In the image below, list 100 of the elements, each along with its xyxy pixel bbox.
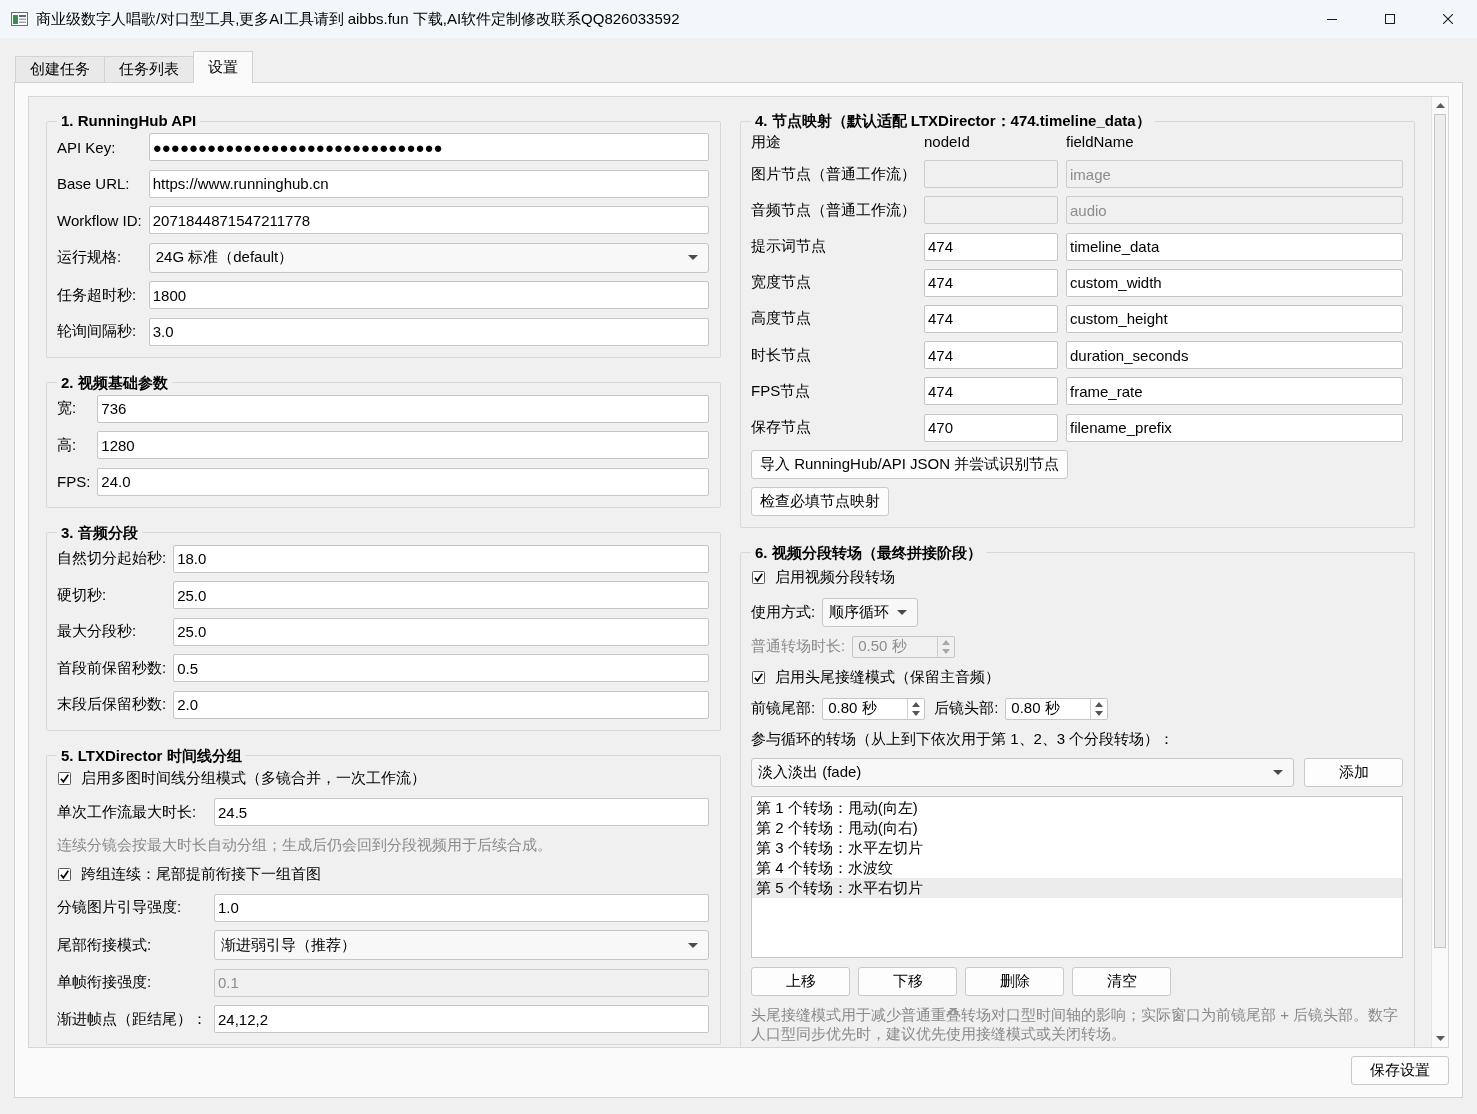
text-field[interactable]: https://www.runninghub.cn bbox=[148, 169, 709, 198]
field-label: 首段前保留秒数: bbox=[57, 658, 167, 678]
text-field[interactable]: 474 bbox=[924, 268, 1058, 297]
up-down-arrows-icon bbox=[1095, 701, 1104, 716]
text-field[interactable]: 1800 bbox=[148, 281, 709, 309]
text-field[interactable]: 474 bbox=[924, 341, 1058, 370]
text-field[interactable]: 474 bbox=[924, 304, 1058, 333]
text-field[interactable]: 3.0 bbox=[148, 317, 709, 346]
action-button[interactable]: 清空 bbox=[1072, 966, 1171, 996]
action-button[interactable]: 上移 bbox=[751, 966, 850, 996]
text-field[interactable]: 474 bbox=[924, 232, 1058, 261]
list-item[interactable]: 第 2 个转场：甩动(向右) bbox=[752, 817, 1402, 838]
section-title: 1. RunningHub API bbox=[60, 111, 198, 131]
section-title: 4. 节点映射（默认适配 LTXDirector：474.timeline_data） bbox=[754, 111, 1152, 131]
text-field[interactable]: filename_prefix bbox=[1066, 413, 1403, 442]
field-label: 提示词节点 bbox=[751, 237, 827, 257]
list-caption: 参与循环的转场（从上到下依次用于第 1、2、3 个分段转场）： bbox=[751, 728, 1176, 749]
dropdown[interactable]: 24G 标准（default） bbox=[148, 242, 709, 273]
list-item[interactable]: 第 5 个转场：水平右切片 bbox=[752, 877, 1402, 898]
list-item[interactable]: 第 1 个转场：甩动(向左) bbox=[752, 797, 1402, 818]
dropdown[interactable]: 淡入淡出 (fade) bbox=[751, 757, 1294, 787]
field-label: 后镜头部: bbox=[934, 699, 999, 719]
text-field[interactable]: 0.5 bbox=[173, 654, 709, 682]
checkbox[interactable] bbox=[58, 867, 71, 881]
text-field[interactable]: 24.0 bbox=[97, 467, 709, 496]
spin-box[interactable]: 0.80 秒 bbox=[1005, 697, 1109, 720]
section-title: 6. 视频分段转场（最终拼接阶段） bbox=[754, 542, 983, 563]
text-field[interactable]: 18.0 bbox=[173, 544, 709, 573]
text-field[interactable]: 2.0 bbox=[173, 690, 709, 719]
text-field[interactable]: 1280 bbox=[97, 431, 709, 459]
checkbox-label: 跨组连续：尾部提前衔接下一组首图 bbox=[81, 864, 321, 884]
text-field[interactable]: 24.5 bbox=[214, 798, 709, 826]
action-button[interactable]: 检查必填节点映射 bbox=[751, 486, 889, 516]
caret-icon bbox=[897, 609, 908, 615]
hint-text: 头尾接缝模式用于减少普通重叠转场对口型时间轴的影响；实际窗口为前镜尾部 + 后镜头部。数字人口型同步优先时，建议优先使用接缝模式或关闭转场。 bbox=[751, 1004, 1400, 1043]
scrollbar-thumb[interactable] bbox=[1434, 114, 1446, 948]
dropdown[interactable]: 渐进弱引导（推荐） bbox=[214, 930, 709, 960]
caret-icon bbox=[688, 942, 698, 948]
checkbox[interactable] bbox=[58, 772, 71, 785]
field-label: 图片节点（普通工作流） bbox=[751, 164, 916, 184]
text-field[interactable]: duration_seconds bbox=[1066, 341, 1403, 370]
action-button[interactable]: 导入 RunningHub/API JSON 并尝试识别节点 bbox=[751, 449, 1069, 479]
tab[interactable]: 创建任务 bbox=[15, 56, 105, 82]
caret-icon bbox=[1273, 769, 1283, 775]
column-header: 用途 bbox=[751, 132, 782, 152]
hint-text: 连续分镜会按最大时长自动分组；生成后仍会回到分段视频用于后续合成。 bbox=[57, 834, 553, 855]
field-label: 运行规格: bbox=[57, 248, 123, 267]
dropdown[interactable]: 顺序循环 bbox=[822, 597, 919, 627]
caret-icon bbox=[688, 255, 698, 260]
field-label: 宽度节点 bbox=[751, 273, 812, 293]
tab[interactable]: 设置 bbox=[193, 51, 253, 83]
field-label: 音频节点（普通工作流） bbox=[751, 200, 916, 220]
text-field[interactable]: 2071844871547211778 bbox=[148, 206, 709, 234]
text-field[interactable]: timeline_data bbox=[1066, 232, 1403, 261]
spin-box[interactable]: 0.80 秒 bbox=[822, 697, 926, 720]
field-label: 前镜尾部: bbox=[751, 699, 816, 719]
action-button[interactable]: 下移 bbox=[858, 966, 957, 996]
field-label: 高: bbox=[57, 435, 78, 455]
checkbox-label: 启用多图时间线分组模式（多镜合并，一次工作流） bbox=[81, 769, 426, 788]
app-icon bbox=[11, 12, 28, 26]
field-label: 最大分段秒: bbox=[57, 622, 138, 641]
field-label: 普通转场时长: bbox=[751, 637, 846, 657]
text-field[interactable]: frame_rate bbox=[1066, 377, 1403, 406]
tab[interactable]: 任务列表 bbox=[104, 56, 194, 82]
checkbox[interactable] bbox=[752, 571, 765, 585]
text-field[interactable]: 25.0 bbox=[173, 581, 709, 609]
checkbox[interactable] bbox=[752, 671, 765, 685]
scroll-up-icon[interactable] bbox=[1435, 103, 1445, 108]
section-title: 3. 音频分段 bbox=[60, 522, 139, 543]
text-field[interactable]: custom_width bbox=[1066, 268, 1403, 297]
add-button[interactable]: 添加 bbox=[1304, 757, 1403, 787]
field-label: Workflow ID: bbox=[57, 211, 142, 229]
field-label: 自然切分起始秒: bbox=[57, 549, 167, 568]
list-item[interactable]: 第 4 个转场：水波纹 bbox=[752, 857, 1402, 878]
text-field[interactable]: ●●●●●●●●●●●●●●●●●●●●●●●●●●●●●●●● bbox=[148, 133, 709, 161]
checkbox-label: 启用视频分段转场 bbox=[775, 568, 895, 588]
save-button[interactable]: 保存设置 bbox=[1351, 1056, 1449, 1085]
text-field[interactable]: 474 bbox=[924, 377, 1058, 406]
field-label: Base URL: bbox=[57, 175, 131, 192]
field-label: 宽: bbox=[57, 399, 78, 418]
text-field[interactable]: 736 bbox=[97, 394, 709, 423]
field-label: 单次工作流最大时长: bbox=[57, 802, 198, 822]
text-field[interactable]: 25.0 bbox=[173, 617, 709, 646]
text-field[interactable]: 1.0 bbox=[214, 893, 709, 922]
text-field[interactable]: 24,12,2 bbox=[214, 1005, 709, 1033]
field-label: API Key: bbox=[57, 138, 117, 156]
up-down-arrows-icon bbox=[912, 701, 921, 716]
field-label: FPS: bbox=[57, 473, 91, 490]
field-label: 保存节点 bbox=[751, 418, 812, 437]
text-field[interactable]: 470 bbox=[924, 413, 1058, 442]
scroll-down-icon[interactable] bbox=[1435, 1036, 1445, 1041]
window-title: 商业级数字人唱歌/对口型工具,更多AI工具请到 aibbs.fun 下载,AI软件定制修改联系QQ826033592 bbox=[36, 9, 680, 29]
text-field[interactable]: custom_height bbox=[1066, 304, 1403, 333]
maximize-icon bbox=[1385, 14, 1395, 24]
field-label: 分镜图片引导强度: bbox=[57, 898, 183, 917]
section-title: 5. LTXDirector 时间线分组 bbox=[60, 745, 243, 766]
list-item[interactable]: 第 3 个转场：水平左切片 bbox=[752, 837, 1402, 858]
field-label: 尾部衔接模式: bbox=[57, 935, 153, 955]
action-button[interactable]: 删除 bbox=[965, 966, 1064, 996]
section-title: 2. 视频基础参数 bbox=[60, 372, 169, 393]
